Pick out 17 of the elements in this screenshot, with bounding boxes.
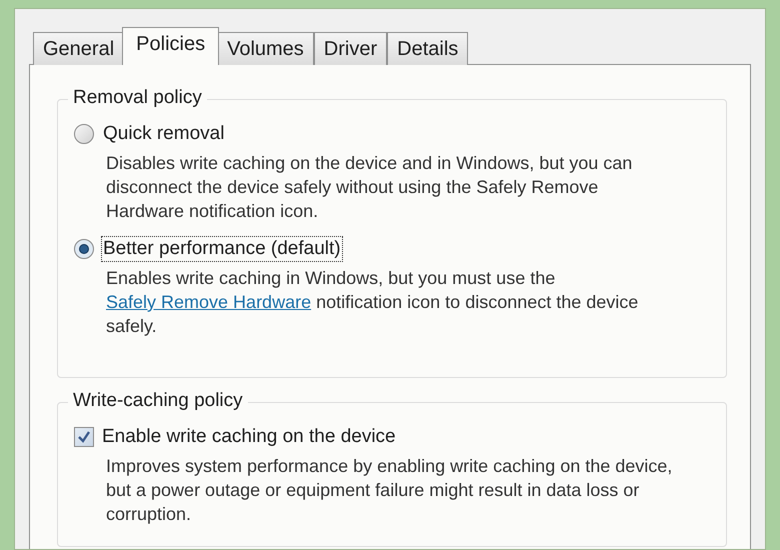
radio-label[interactable]: Quick removal: [102, 122, 226, 146]
help-link[interactable]: Safely Remove Hardware: [106, 292, 312, 312]
tab[interactable]: Volumes: [217, 32, 314, 65]
radio-label[interactable]: Better performance (default): [102, 237, 342, 261]
radio-button[interactable]: [74, 239, 94, 259]
radio-button[interactable]: [74, 124, 94, 144]
tab[interactable]: Driver: [314, 32, 388, 65]
checkbox[interactable]: [74, 427, 94, 447]
tab[interactable]: General: [33, 32, 124, 65]
description-text: Disables write caching on the device and in Windows, but you can disconnect the device safely without using the Safely Remove Hardware notification icon.: [106, 152, 634, 223]
description-text: Improves system performance by enabling write caching on the device, but a power outage or equipment failure might result in data loss or corruption.: [106, 455, 674, 526]
checkbox-label[interactable]: Enable write caching on the device: [102, 425, 396, 449]
tab[interactable]: Details: [387, 32, 468, 65]
tab[interactable]: Policies: [122, 27, 220, 65]
description-text: Enables write caching in Windows, but you must use the Safely Remove Hardware notification icon to disconnect the device safely.: [106, 267, 640, 338]
group-title: Write-caching policy: [68, 389, 248, 413]
group-title: Removal policy: [68, 86, 207, 110]
